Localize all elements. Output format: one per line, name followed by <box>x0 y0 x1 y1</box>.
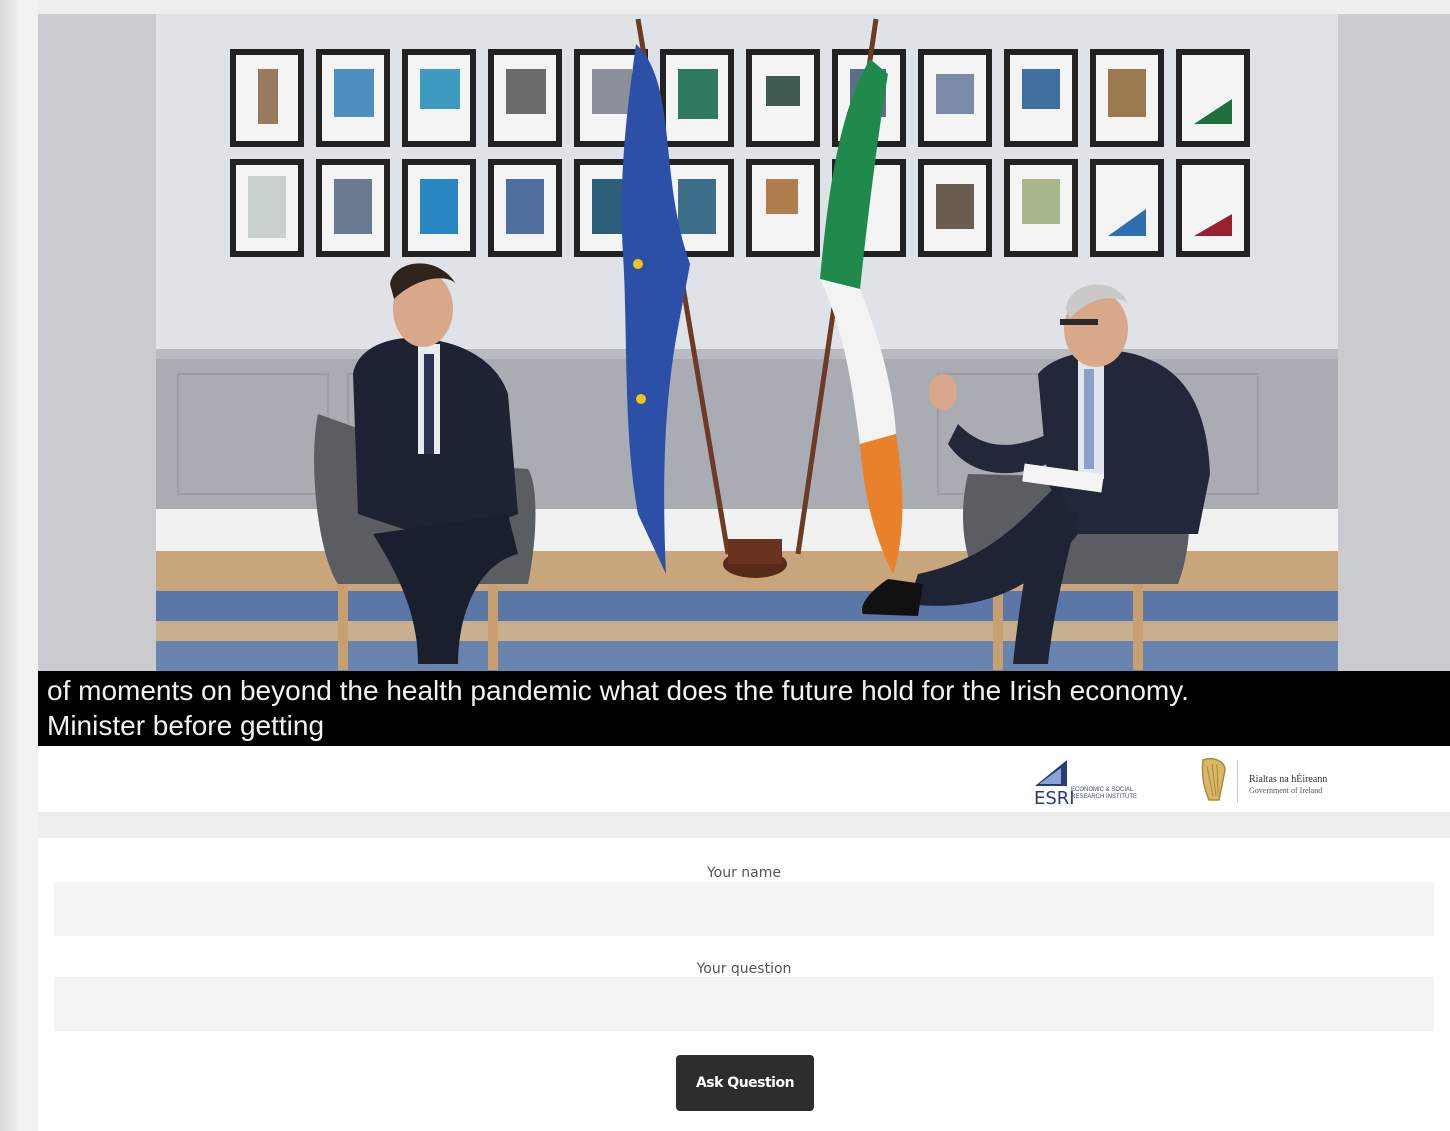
government-logo-line-english: Government of Ireland <box>1249 786 1323 795</box>
sponsor-logo-bar: ESRI ECONOMIC & SOCIAL RESEARCH INSTITUT… <box>38 746 1450 816</box>
question-label: Your question <box>696 961 792 977</box>
government-logo-text: Rialtas na hÉireann Government of Irelan… <box>1249 774 1327 796</box>
question-input[interactable] <box>54 977 1434 1031</box>
video-frame <box>38 14 1450 671</box>
esri-logo: ESRI ECONOMIC & SOCIAL RESEARCH INSTITUT… <box>1033 756 1158 809</box>
caption-line-2: Minister before getting <box>47 710 325 741</box>
ask-question-form: Your name Your question Ask Question <box>38 838 1450 1131</box>
government-logo-line-irish: Rialtas na hÉireann <box>1249 774 1328 785</box>
name-input[interactable] <box>54 882 1434 936</box>
caption-line-1: of moments on beyond the health pandemic… <box>47 675 1189 706</box>
harp-icon <box>1201 758 1226 801</box>
logo-divider <box>1237 760 1238 802</box>
ask-question-button[interactable]: Ask Question <box>676 1055 814 1111</box>
esri-logo-text: ECONOMIC & SOCIAL RESEARCH INSTITUTE <box>1071 787 1138 800</box>
video-player[interactable] <box>38 14 1450 671</box>
video-captions: of moments on beyond the health pandemic… <box>38 671 1450 746</box>
name-label: Your name <box>706 865 782 881</box>
esri-mark-text: ESRI <box>1034 788 1075 806</box>
government-of-ireland-logo: Rialtas na hÉireann Government of Irelan… <box>1193 754 1393 806</box>
